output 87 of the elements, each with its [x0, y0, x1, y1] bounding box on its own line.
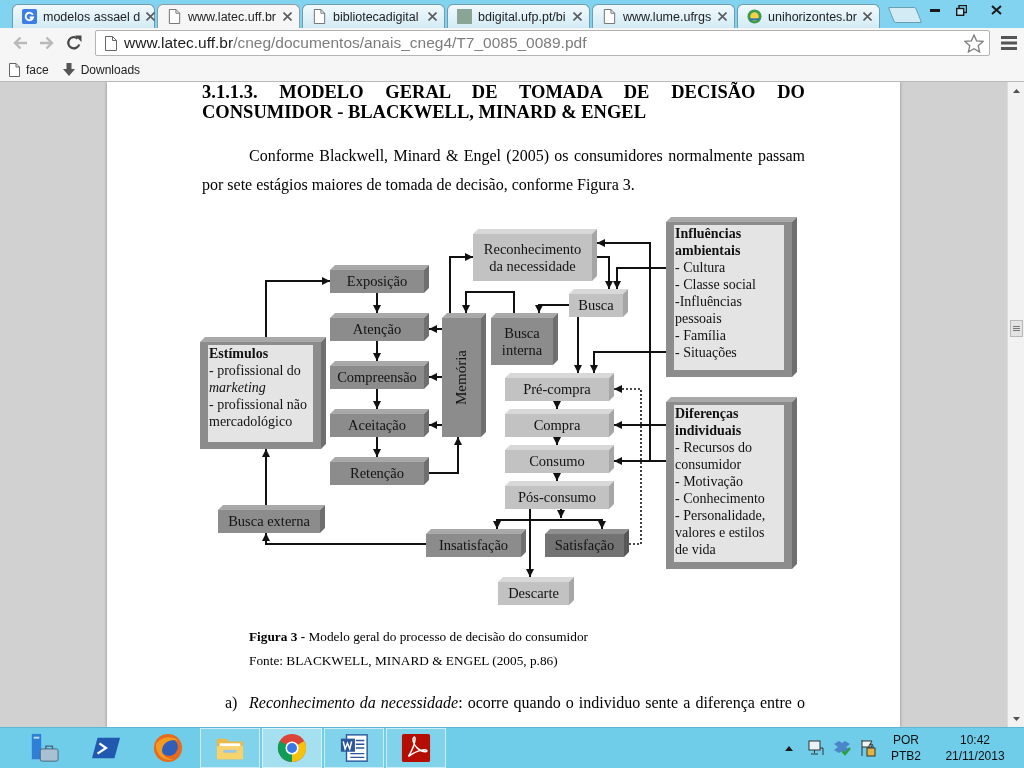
body-paragraph: Conforme Blackwell, Minard & Engel (2005) os consumidores normalmente passam por sete estágios maiores de tomada de decisão, conforme Figura 3. [202, 145, 805, 196]
browser-tab[interactable]: www.lume.ufrgs [592, 4, 735, 28]
emblem-icon [747, 9, 762, 24]
panel-list-text: - Motivação [675, 473, 745, 490]
taskbar-button[interactable] [324, 728, 384, 768]
close-icon [991, 5, 1002, 15]
browser-tab[interactable]: bibliotecadigital [302, 4, 445, 28]
taskbar-button[interactable] [386, 728, 446, 768]
close-icon[interactable] [573, 12, 582, 21]
restore-icon [956, 4, 967, 16]
square-icon [457, 9, 472, 24]
page-icon [167, 9, 182, 24]
connector-arrow [535, 304, 570, 314]
panel-list-text: - Classe social [675, 276, 757, 293]
figure-source: Fonte: BLACKWELL, MINARD & ENGEL (2005, p.86) [249, 652, 559, 670]
list-marker: a) [224, 692, 239, 714]
browser-tab[interactable]: www.latec.uff.br [157, 4, 300, 28]
close-icon[interactable] [283, 12, 292, 21]
close-icon[interactable] [428, 12, 437, 21]
download-icon [62, 63, 75, 76]
scrollbar-thumb[interactable] [1009, 320, 1023, 337]
address-text: www.latec.uff.br/cneg/documentos/anais_cneg4/T7_0085_0089.pdf [124, 34, 588, 52]
connector-arrow [262, 448, 270, 506]
connector-arrow [265, 277, 331, 338]
panel-title: Influências ambientais [675, 225, 743, 259]
panel-list-text: - Personalidade, valores e estilos de vida [675, 507, 767, 558]
connector-arrow [373, 292, 381, 314]
page-icon [602, 9, 617, 24]
browser-tab[interactable]: unihorizontes.br [737, 4, 880, 28]
connector-arrow [428, 436, 462, 474]
page-icon [105, 35, 117, 51]
connector-arrow [574, 316, 582, 374]
page-icon [9, 62, 20, 77]
fox-globe-icon [153, 733, 183, 763]
connector-arrow [428, 421, 443, 429]
scrollbar[interactable] [1007, 82, 1024, 727]
bookmark-item[interactable]: face [9, 62, 49, 77]
flag-icon[interactable] [860, 739, 876, 757]
minimize-icon [930, 8, 940, 12]
caret-up-icon[interactable] [785, 745, 793, 751]
panel-list-text: - profissional não mercadológico [209, 396, 308, 430]
forward-icon [38, 36, 55, 50]
connector-arrow [553, 436, 561, 446]
page-icon [312, 9, 327, 24]
taskbar-button[interactable] [262, 728, 322, 768]
section-heading: 3.1.1.3. MODELO GERAL DE TOMADA DE DECISÃO DO CONSUMIDOR - BLACKWELL, MINARD & ENGEL [202, 82, 805, 122]
panel-list-text: - Recursos do consumidor [675, 439, 753, 473]
connector-arrow [373, 340, 381, 362]
close-icon[interactable] [863, 12, 872, 21]
grip-icon [1012, 326, 1020, 331]
box-check-icon[interactable] [833, 740, 851, 756]
panel-list-text: -Influências pessoais [675, 293, 743, 327]
panel-list-text: - profissional do marketing [209, 362, 302, 396]
language-indicator[interactable]: POR PTB2 [891, 732, 921, 764]
panel-title: Estímulos [209, 345, 270, 362]
close-icon[interactable] [146, 12, 156, 21]
connector-arrow [553, 400, 561, 410]
star-icon[interactable] [964, 33, 984, 53]
browser-tab[interactable]: bdigital.ufp.pt/bi [447, 4, 590, 28]
connector-arrow [373, 388, 381, 410]
reload-icon [65, 35, 82, 51]
panel-list-text: - Família [675, 327, 727, 344]
panel-list-text: - Cultura [675, 259, 727, 276]
menu-icon [1001, 36, 1017, 50]
connector-arrow [428, 325, 443, 333]
connector-arrow [428, 373, 443, 381]
back-icon [11, 36, 28, 50]
connector-arrow [373, 436, 381, 458]
scroll-up-icon [1012, 88, 1020, 93]
document-icon [339, 733, 369, 763]
round-logo-icon [277, 733, 307, 763]
figure-caption: Figura 3 - Modelo geral do processo de decisão do consumidor [249, 628, 589, 646]
address-field[interactable]: www.latec.uff.br/cneg/documentos/anais_cneg4/T7_0085_0089.pdf [95, 30, 990, 56]
connector-arrow [553, 472, 561, 482]
close-icon[interactable] [718, 12, 727, 21]
tile-icon [22, 9, 37, 24]
list-item-text: Reconhecimento da necessidade: ocorre quando o individuo sente a diferença entre o [249, 692, 805, 714]
clock[interactable]: 10:42 21/11/2013 [938, 732, 1012, 764]
panel-list-text: - Conhecimento [675, 490, 766, 507]
panel-list-text: - Situações [675, 344, 738, 361]
browser-tab[interactable]: modelos assael d [12, 4, 155, 28]
panel-title: Diferenças individuais [675, 405, 743, 439]
swirl-tile-icon [401, 733, 431, 763]
bookmark-item[interactable]: Downloads [62, 62, 141, 77]
scroll-down-icon [1012, 716, 1020, 721]
network-icon[interactable] [808, 740, 824, 756]
server-icon [29, 733, 59, 763]
